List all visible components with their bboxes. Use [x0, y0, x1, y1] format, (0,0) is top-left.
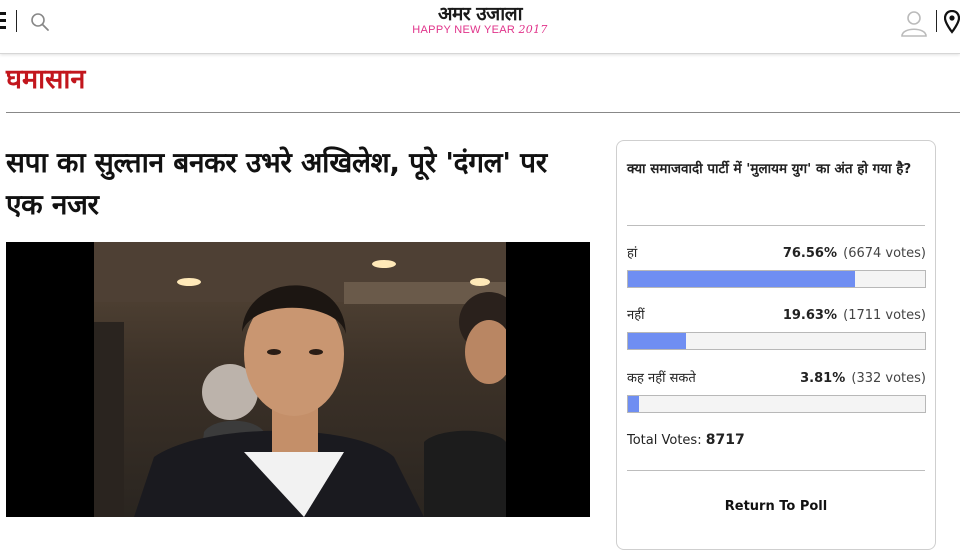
- poll-divider: [627, 225, 925, 226]
- location-icon[interactable]: [944, 10, 960, 36]
- photo-content: [94, 242, 506, 517]
- poll-option-label: कह नहीं सकते: [627, 371, 696, 386]
- poll-result-bar: [627, 395, 926, 413]
- poll-divider: [627, 470, 925, 471]
- poll-option-stats: 19.63% (1711 votes): [782, 308, 926, 323]
- poll-option: कह नहीं सकते 3.81% (332 votes): [627, 370, 926, 418]
- poll-widget: क्या समाजवादी पार्टी में 'मुलायम युग' का…: [616, 140, 936, 550]
- poll-bar-fill: [628, 271, 856, 287]
- site-logo[interactable]: अमर उजाला HAPPY NEW YEAR 2017: [400, 4, 560, 38]
- photo-illustration: [94, 242, 506, 517]
- poll-option-stats: 3.81% (332 votes): [800, 371, 926, 386]
- return-to-poll-link[interactable]: Return To Poll: [617, 499, 935, 514]
- divider: [16, 10, 17, 32]
- poll-result-bar: [627, 332, 926, 350]
- poll-question: क्या समाजवादी पार्टी में 'मुलायम युग' का…: [627, 161, 912, 177]
- section-title[interactable]: घमासान: [6, 60, 85, 100]
- poll-option-label: नहीं: [627, 308, 645, 323]
- poll-total-votes: Total Votes: 8717: [627, 432, 745, 448]
- divider: [936, 10, 937, 32]
- poll-option-label: हां: [627, 246, 638, 261]
- poll-option-stats: 76.56% (6674 votes): [782, 246, 926, 261]
- section-divider: [6, 112, 960, 113]
- poll-bar-fill: [628, 396, 640, 412]
- poll-option: नहीं 19.63% (1711 votes): [627, 307, 926, 355]
- user-icon[interactable]: [900, 9, 928, 37]
- top-bar: अमर उजाला HAPPY NEW YEAR 2017: [0, 0, 960, 54]
- menu-icon[interactable]: [0, 12, 6, 30]
- logo-wordmark: अमर उजाला: [438, 3, 523, 25]
- poll-option: हां 76.56% (6674 votes): [627, 245, 926, 293]
- search-icon[interactable]: [30, 12, 50, 32]
- article-photo[interactable]: [6, 242, 590, 517]
- logo-tagline: HAPPY NEW YEAR 2017: [412, 23, 548, 37]
- article-headline[interactable]: सपा का सुल्तान बनकर उभरे अखिलेश, पूरे 'द…: [6, 142, 586, 226]
- poll-bar-fill: [628, 333, 687, 349]
- poll-result-bar: [627, 270, 926, 288]
